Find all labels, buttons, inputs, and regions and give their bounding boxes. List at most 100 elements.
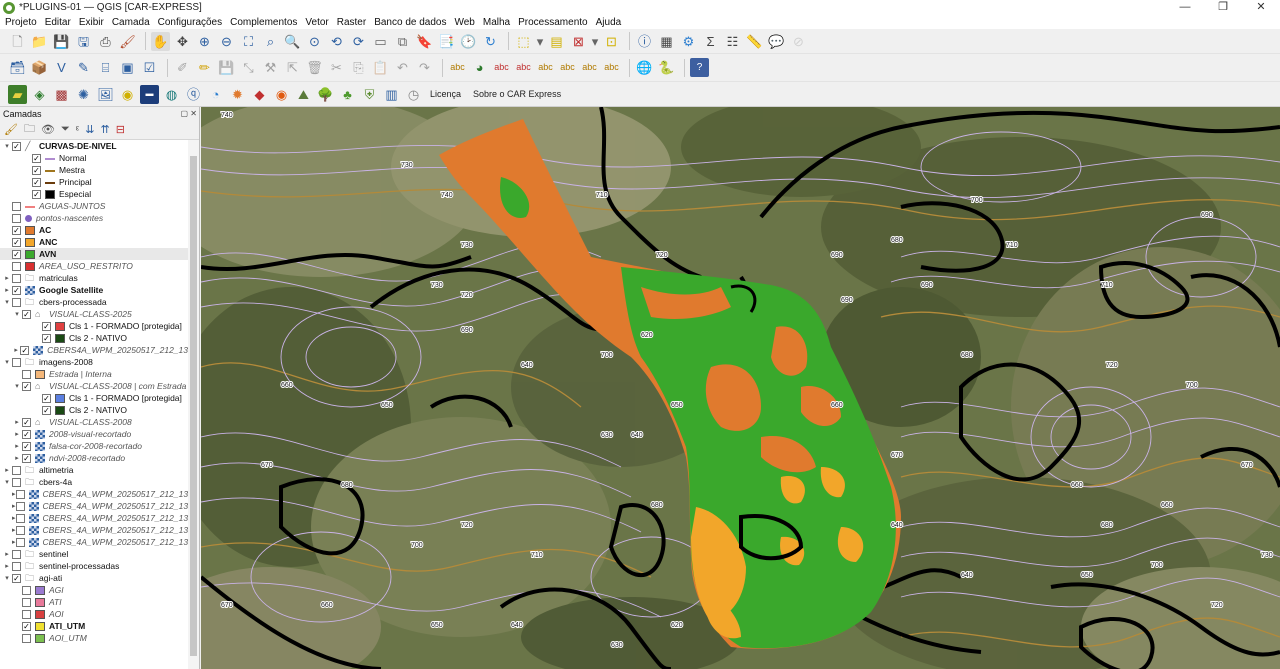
layer-visibility-checkbox[interactable] bbox=[15, 537, 25, 547]
licenca-button[interactable]: Licença bbox=[430, 89, 461, 99]
minimize-button[interactable]: — bbox=[1166, 0, 1204, 15]
layer-visibility-checkbox[interactable] bbox=[12, 465, 21, 475]
layer-visibility-checkbox[interactable]: ✓ bbox=[12, 573, 21, 583]
plugin-forest-icon[interactable]: ♣ bbox=[338, 85, 357, 104]
digitize-icon[interactable]: ⤡ bbox=[239, 58, 258, 77]
expand-arrow-icon[interactable]: ▸ bbox=[2, 562, 12, 570]
layer-row[interactable]: ✓ Cls 1 - FORMADO [protegida] bbox=[0, 392, 188, 404]
layer-visibility-checkbox[interactable]: ✓ bbox=[42, 405, 51, 415]
undo-icon[interactable]: ↶ bbox=[393, 58, 412, 77]
paste-features-icon[interactable]: 📋 bbox=[371, 58, 390, 77]
visibility-icon[interactable]: 👁 bbox=[41, 123, 55, 136]
layer-row[interactable]: ▸ ✓ CBERS4A_WPM_20250517_212_13 bbox=[0, 344, 188, 356]
plugin-teal-icon[interactable]: ◍ bbox=[162, 85, 181, 104]
expand-arrow-icon[interactable]: ▸ bbox=[12, 454, 22, 462]
plugin-map-icon[interactable]: ▩ bbox=[52, 85, 71, 104]
panel-controls[interactable]: ▢ ✕ bbox=[181, 109, 199, 118]
layer-row[interactable]: pontos-nascentes bbox=[0, 212, 188, 224]
layer-row[interactable]: ▸ CBERS_4A_WPM_20250517_212_13 bbox=[0, 536, 188, 548]
copy-features-icon[interactable]: ⎘ bbox=[349, 58, 368, 77]
layer-visibility-checkbox[interactable] bbox=[12, 297, 21, 307]
layer-visibility-checkbox[interactable] bbox=[12, 213, 21, 223]
layer-row[interactable]: AOI bbox=[0, 608, 188, 620]
menu-processamento[interactable]: Processamento bbox=[518, 17, 587, 28]
table-icon[interactable]: ☷ bbox=[723, 32, 742, 51]
sobre-car-express-button[interactable]: Sobre o CAR Express bbox=[473, 89, 561, 99]
new-3d-view-icon[interactable]: ⧉ bbox=[393, 32, 412, 51]
statistics-icon[interactable]: Σ bbox=[701, 32, 720, 51]
select-dropdown-icon[interactable]: ▾ bbox=[536, 32, 544, 51]
zoom-full-icon[interactable]: ⛶ bbox=[239, 32, 258, 51]
map-svg[interactable]: 740 730 740 730 720 730 710 720 700 690 690 690 680 6… bbox=[201, 107, 1280, 669]
collapse-arrow-icon[interactable]: ▾ bbox=[2, 142, 12, 150]
collapse-arrow-icon[interactable]: ▾ bbox=[2, 478, 12, 486]
layer-row[interactable]: ✓ AVN bbox=[0, 248, 188, 260]
layer-visibility-checkbox[interactable]: ✓ bbox=[32, 177, 41, 187]
layer-visibility-checkbox[interactable] bbox=[12, 549, 21, 559]
layer-row[interactable]: ▸ CBERS_4A_WPM_20250517_212_13 bbox=[0, 524, 188, 536]
plugin-orange-icon[interactable]: ◉ bbox=[272, 85, 291, 104]
zoom-out-icon[interactable]: ⊖ bbox=[217, 32, 236, 51]
layer-visibility-checkbox[interactable]: ✓ bbox=[42, 393, 51, 403]
layer-row[interactable]: ▾ ✓ ⌂ VISUAL-CLASS-2008 | com Estrada bbox=[0, 380, 188, 392]
cut-features-icon[interactable]: ✂ bbox=[327, 58, 346, 77]
collapse-arrow-icon[interactable]: ▾ bbox=[12, 310, 22, 318]
zoom-in-icon[interactable]: ⊕ bbox=[195, 32, 214, 51]
remove-layer-icon[interactable]: ⊟ bbox=[116, 123, 125, 136]
new-temporary-layer-icon[interactable]: ✎ bbox=[74, 58, 93, 77]
layer-visibility-checkbox[interactable] bbox=[22, 585, 31, 595]
move-label-icon[interactable]: abc bbox=[558, 58, 577, 77]
maximize-button[interactable]: ❐ bbox=[1204, 0, 1242, 15]
layer-row[interactable]: Estrada | Interna bbox=[0, 368, 188, 380]
layer-visibility-checkbox[interactable]: ✓ bbox=[22, 453, 31, 463]
layer-row[interactable]: ▸ CBERS_4A_WPM_20250517_212_13 bbox=[0, 512, 188, 524]
map-canvas[interactable]: 740 730 740 730 720 730 710 720 700 690 690 690 680 6… bbox=[201, 107, 1280, 669]
plugin-circle-icon[interactable]: ◉ bbox=[118, 85, 137, 104]
toggle-editing-icon[interactable]: ✏ bbox=[195, 58, 214, 77]
layer-visibility-checkbox[interactable] bbox=[22, 609, 31, 619]
layer-visibility-checkbox[interactable]: ✓ bbox=[22, 309, 31, 319]
save-as-icon[interactable]: 🖫 bbox=[74, 32, 93, 51]
layer-row[interactable]: ▸ 🗀 altimetria bbox=[0, 464, 188, 476]
layer-visibility-checkbox[interactable]: ✓ bbox=[42, 333, 51, 343]
add-wms-icon[interactable]: ☑ bbox=[140, 58, 159, 77]
diagram-icon[interactable]: abc bbox=[492, 58, 511, 77]
plugin-tree-icon[interactable]: 🌳 bbox=[316, 85, 335, 104]
modify-attributes-icon[interactable]: ⇱ bbox=[283, 58, 302, 77]
style-manager-icon[interactable]: 🖌 bbox=[118, 32, 137, 51]
zoom-selection-icon[interactable]: ⌕ bbox=[261, 32, 280, 51]
redo-icon[interactable]: ↷ bbox=[415, 58, 434, 77]
add-group-icon[interactable]: 🗀 bbox=[24, 120, 35, 139]
deselect-icon[interactable]: ⊠ bbox=[569, 32, 588, 51]
expand-arrow-icon[interactable]: ▸ bbox=[2, 274, 12, 282]
menu-exibir[interactable]: Exibir bbox=[79, 17, 104, 28]
pin-labels-icon[interactable]: abc bbox=[514, 58, 533, 77]
layer-row[interactable]: ▾ 🗀 cbers-processada bbox=[0, 296, 188, 308]
layer-visibility-checkbox[interactable]: ✓ bbox=[22, 429, 31, 439]
layer-row[interactable]: ▾ ✓ ⌂ VISUAL-CLASS-2025 bbox=[0, 308, 188, 320]
locator-icon[interactable]: ⊘ bbox=[789, 32, 808, 51]
layer-visibility-checkbox[interactable] bbox=[12, 477, 21, 487]
layer-row[interactable]: ▾ ✓ 🗀 agi-ati bbox=[0, 572, 188, 584]
filter-icon[interactable]: ⏷ bbox=[61, 123, 70, 136]
expand-all-icon[interactable]: ⇊ bbox=[85, 123, 94, 136]
settings-gear-icon[interactable]: ⚙ bbox=[679, 32, 698, 51]
layer-visibility-checkbox[interactable] bbox=[12, 273, 21, 283]
layer-visibility-checkbox[interactable] bbox=[22, 597, 31, 607]
layer-row[interactable]: ▸ ✓ falsa-cor-2008-recortado bbox=[0, 440, 188, 452]
layer-visibility-checkbox[interactable] bbox=[15, 525, 25, 535]
layer-visibility-checkbox[interactable]: ✓ bbox=[42, 321, 51, 331]
attribute-table-icon[interactable]: ▦ bbox=[657, 32, 676, 51]
zoom-last-icon[interactable]: ⟲ bbox=[327, 32, 346, 51]
vertex-tool-icon[interactable]: ⚒ bbox=[261, 58, 280, 77]
menu-configuracoes[interactable]: Configurações bbox=[158, 17, 222, 28]
collapse-arrow-icon[interactable]: ▾ bbox=[2, 574, 12, 582]
layer-labeling-icon[interactable]: ◕ bbox=[470, 58, 489, 77]
layer-row[interactable]: ✓ Cls 2 - NATIVO bbox=[0, 332, 188, 344]
menu-vetor[interactable]: Vetor bbox=[305, 17, 328, 28]
plugin-picture-icon[interactable]: 🖼 bbox=[96, 85, 115, 104]
identify-icon[interactable]: ⓘ bbox=[635, 32, 654, 51]
layer-visibility-checkbox[interactable]: ✓ bbox=[12, 141, 21, 151]
plugin-network-icon[interactable]: ✺ bbox=[74, 85, 93, 104]
plugin-chart-icon[interactable]: ▥ bbox=[382, 85, 401, 104]
